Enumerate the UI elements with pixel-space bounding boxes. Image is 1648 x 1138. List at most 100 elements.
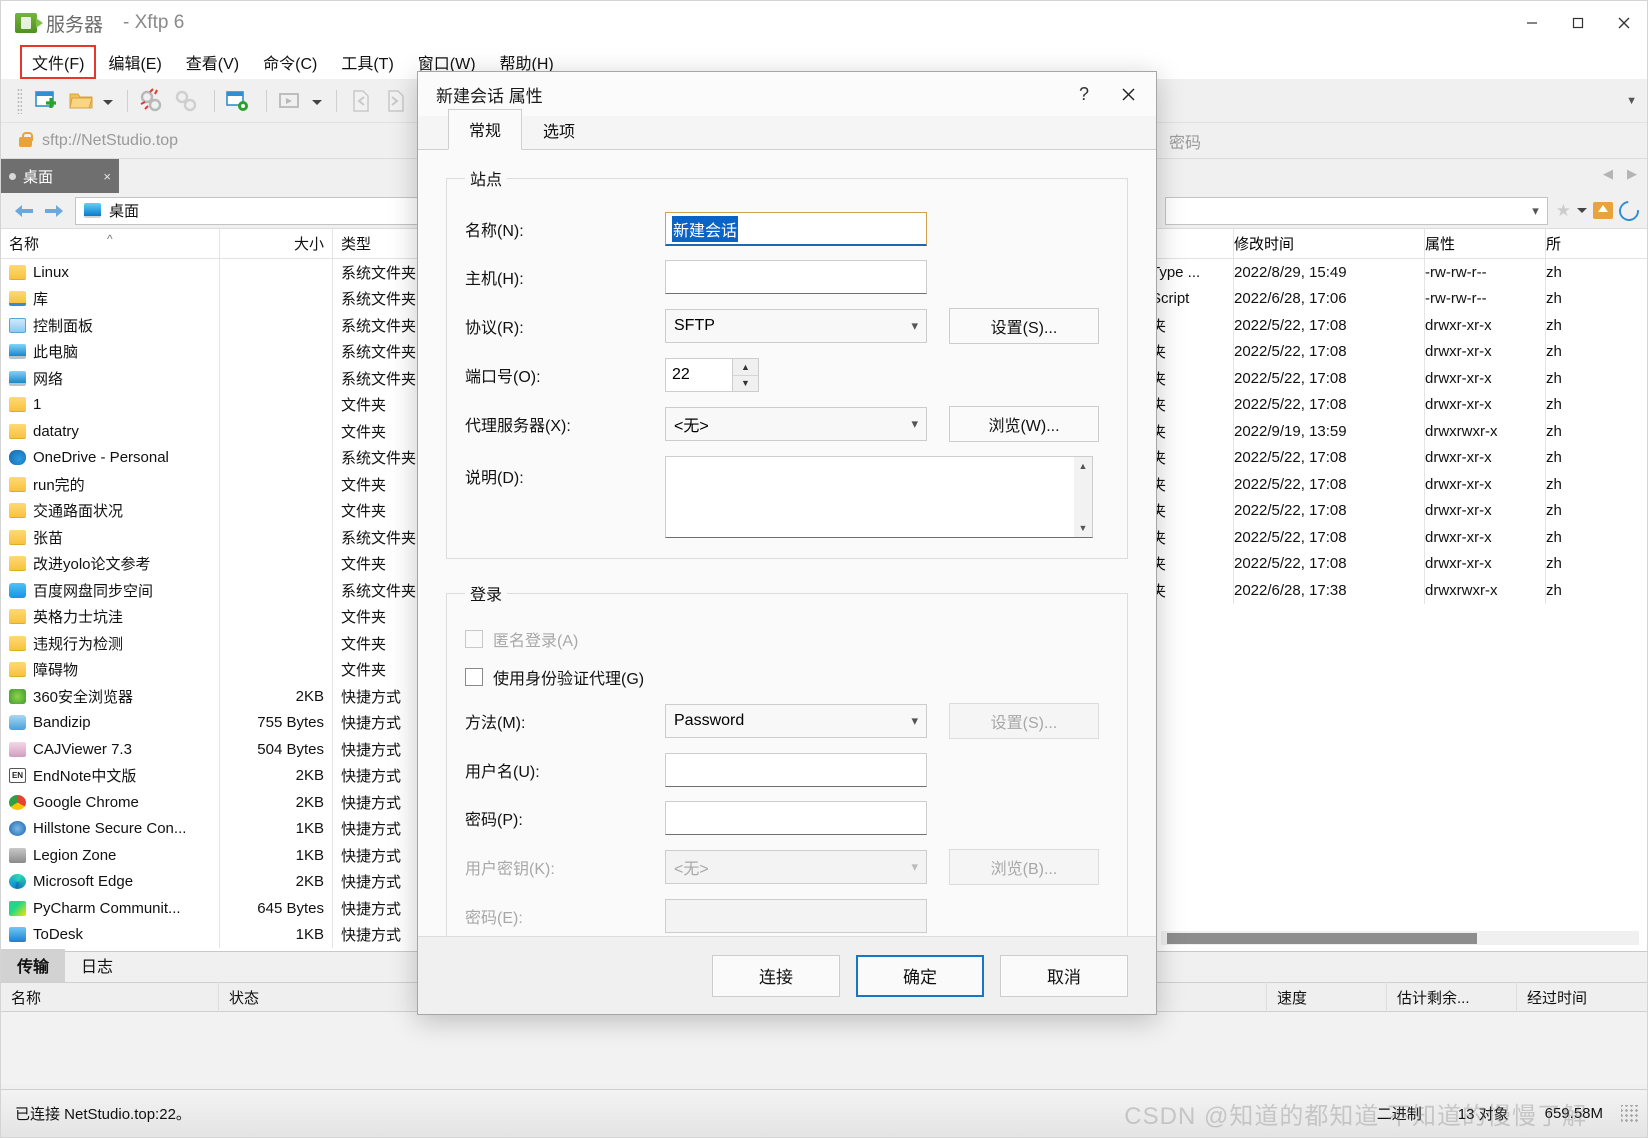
use-auth-agent-checkbox[interactable] <box>465 668 483 686</box>
table-row[interactable]: 夹 2022/5/22, 17:08 drwxr-xr-x zh <box>1151 444 1647 471</box>
dialog-help-button[interactable]: ? <box>1062 74 1106 114</box>
file-name-text: EndNote中文版 <box>33 768 137 786</box>
open-folder-icon[interactable] <box>66 86 96 116</box>
remote-file-list[interactable]: Type ... 2022/8/29, 15:49 -rw-rw-r-- zh Scri… <box>1151 259 1647 951</box>
open-folder-dropdown-icon[interactable] <box>101 86 113 116</box>
use-auth-agent-label[interactable]: 使用身份验证代理(G) <box>493 665 644 689</box>
minimize-button[interactable] <box>1509 1 1555 45</box>
transfer-col-speed[interactable]: 速度 <box>1267 982 1387 1012</box>
menu-edit[interactable]: 编辑(E) <box>97 46 172 78</box>
column-header-modified[interactable]: 修改时间 <box>1234 233 1424 254</box>
column-header-owner[interactable]: 所 <box>1546 233 1647 254</box>
parent-folder-icon[interactable] <box>1593 202 1613 219</box>
auth-method-select[interactable]: Password ▾ <box>665 704 927 738</box>
scroll-up-icon[interactable]: ▲ <box>1074 457 1092 475</box>
session-name-input[interactable]: 新建会话 <box>665 212 927 246</box>
file-name-text: Microsoft Edge <box>33 873 134 891</box>
folder-icon <box>9 397 26 413</box>
proxy-select[interactable]: <无> ▾ <box>665 407 927 441</box>
cell-remote-type: 夹 <box>1151 450 1167 468</box>
column-header-attributes[interactable]: 属性 <box>1425 233 1545 254</box>
menu-command[interactable]: 命令(C) <box>252 46 328 78</box>
menu-tools[interactable]: 工具(T) <box>330 46 404 78</box>
dialog-tab-general[interactable]: 常规 <box>448 109 523 150</box>
run-dropdown-icon[interactable] <box>310 86 322 116</box>
favorite-dropdown-icon[interactable] <box>1577 208 1587 213</box>
tabstrip-next-icon[interactable]: ▶ <box>1627 166 1637 182</box>
row-sep <box>219 418 220 445</box>
menu-view[interactable]: 查看(V) <box>175 46 250 78</box>
disconnect-icon[interactable] <box>136 86 166 116</box>
host-input[interactable] <box>665 260 927 294</box>
new-session-icon[interactable] <box>31 86 61 116</box>
column-header-name[interactable]: 名称 ^ <box>1 233 219 254</box>
dialog-tab-options[interactable]: 选项 <box>522 110 596 150</box>
maximize-button[interactable] <box>1555 1 1601 45</box>
session-tab-desktop[interactable]: 桌面 × <box>1 159 119 193</box>
table-row[interactable]: 夹 2022/5/22, 17:08 drwxr-xr-x zh <box>1151 550 1647 577</box>
table-row[interactable]: 夹 2022/5/22, 17:08 drwxr-xr-x zh <box>1151 471 1647 498</box>
transfer-list[interactable] <box>1 1012 1647 1084</box>
proxy-browse-button[interactable]: 浏览(W)... <box>949 406 1099 442</box>
cell-size: 2KB <box>295 687 324 705</box>
table-row[interactable]: Script 2022/6/28, 17:06 -rw-rw-r-- zh <box>1151 285 1647 312</box>
table-row[interactable]: Type ... 2022/8/29, 15:49 -rw-rw-r-- zh <box>1151 259 1647 286</box>
remote-path-input[interactable]: ▾ <box>1165 196 1548 225</box>
site-group: 站点 名称(N): 新建会话 主机(H): 协议(R): SFTP ▾ 设置(S… <box>446 166 1128 559</box>
forward-arrow-icon[interactable] <box>39 196 69 226</box>
table-row[interactable]: 夹 2022/5/22, 17:08 drwxr-xr-x zh <box>1151 524 1647 551</box>
favorite-star-icon[interactable]: ★ <box>1556 201 1571 221</box>
dialog-close-button[interactable] <box>1106 74 1150 114</box>
transfer-col-elapsed[interactable]: 经过时间 <box>1517 982 1647 1012</box>
resize-grip-icon[interactable] <box>1621 1104 1639 1123</box>
close-button[interactable] <box>1601 1 1647 45</box>
session-tab-close-icon[interactable]: × <box>103 169 111 184</box>
port-value[interactable]: 22 <box>666 359 732 391</box>
session-settings-icon[interactable] <box>223 86 253 116</box>
connect-link-icon[interactable] <box>171 86 201 116</box>
table-row[interactable]: 夹 2022/6/28, 17:38 drwxrwxr-x zh <box>1151 577 1647 604</box>
protocol-select[interactable]: SFTP ▾ <box>665 309 927 343</box>
remote-scrollbar-thumb[interactable] <box>1167 933 1477 944</box>
protocol-label: 协议(R): <box>465 320 524 337</box>
table-row[interactable]: 夹 2022/9/19, 13:59 drwxrwxr-x zh <box>1151 418 1647 445</box>
connect-button[interactable]: 连接 <box>712 954 840 997</box>
description-textarea[interactable]: ▲ ▼ <box>665 456 1093 538</box>
menu-file[interactable]: 文件(F) <box>19 45 97 79</box>
table-row[interactable]: 夹 2022/5/22, 17:08 drwxr-xr-x zh <box>1151 365 1647 392</box>
scroll-down-icon[interactable]: ▼ <box>1074 519 1092 537</box>
protocol-settings-button[interactable]: 设置(S)... <box>949 308 1099 344</box>
table-row[interactable]: 夹 2022/5/22, 17:08 drwxr-xr-x zh <box>1151 338 1647 365</box>
cell-size: 2KB <box>295 793 324 811</box>
back-arrow-icon[interactable] <box>9 196 39 226</box>
port-stepper[interactable]: 22 ▲ ▼ <box>665 358 759 392</box>
cancel-button[interactable]: 取消 <box>1000 954 1128 997</box>
ok-button[interactable]: 确定 <box>856 954 984 997</box>
toolbar-overflow-icon[interactable]: ▼ <box>1626 95 1637 107</box>
transfer-col-remaining[interactable]: 估计剩余... <box>1387 982 1517 1012</box>
password-input[interactable] <box>665 801 927 835</box>
transfer-col-name[interactable]: 名称 <box>1 982 219 1012</box>
run-icon[interactable] <box>275 86 305 116</box>
toolbar-grip[interactable] <box>17 87 22 114</box>
remote-path-dropdown-icon[interactable]: ▾ <box>1532 203 1539 219</box>
username-input[interactable] <box>665 753 927 787</box>
file-name-text: PyCharm Communit... <box>33 899 181 917</box>
tab-log[interactable]: 日志 <box>65 949 129 982</box>
transfer-left-icon[interactable] <box>345 86 375 116</box>
refresh-icon[interactable] <box>1614 196 1644 225</box>
table-row[interactable]: 夹 2022/5/22, 17:08 drwxr-xr-x zh <box>1151 312 1647 339</box>
remote-horizontal-scrollbar[interactable] <box>1161 931 1639 945</box>
tabstrip-prev-icon[interactable]: ◀ <box>1603 166 1613 182</box>
tab-transfer[interactable]: 传输 <box>1 949 66 982</box>
password-field[interactable]: 密码 <box>1151 129 1647 153</box>
table-row[interactable]: 夹 2022/5/22, 17:08 drwxr-xr-x zh <box>1151 497 1647 524</box>
row-proxy: 代理服务器(X): <无> ▾ 浏览(W)... <box>465 406 1109 442</box>
table-row[interactable]: 夹 2022/5/22, 17:08 drwxr-xr-x zh <box>1151 391 1647 418</box>
column-header-size[interactable]: 大小 <box>220 233 332 254</box>
chevron-down-icon: ▾ <box>911 859 918 874</box>
stepper-down-icon[interactable]: ▼ <box>733 376 758 392</box>
description-scrollbar[interactable]: ▲ ▼ <box>1074 457 1092 537</box>
transfer-right-icon[interactable] <box>380 86 410 116</box>
stepper-up-icon[interactable]: ▲ <box>733 359 758 376</box>
